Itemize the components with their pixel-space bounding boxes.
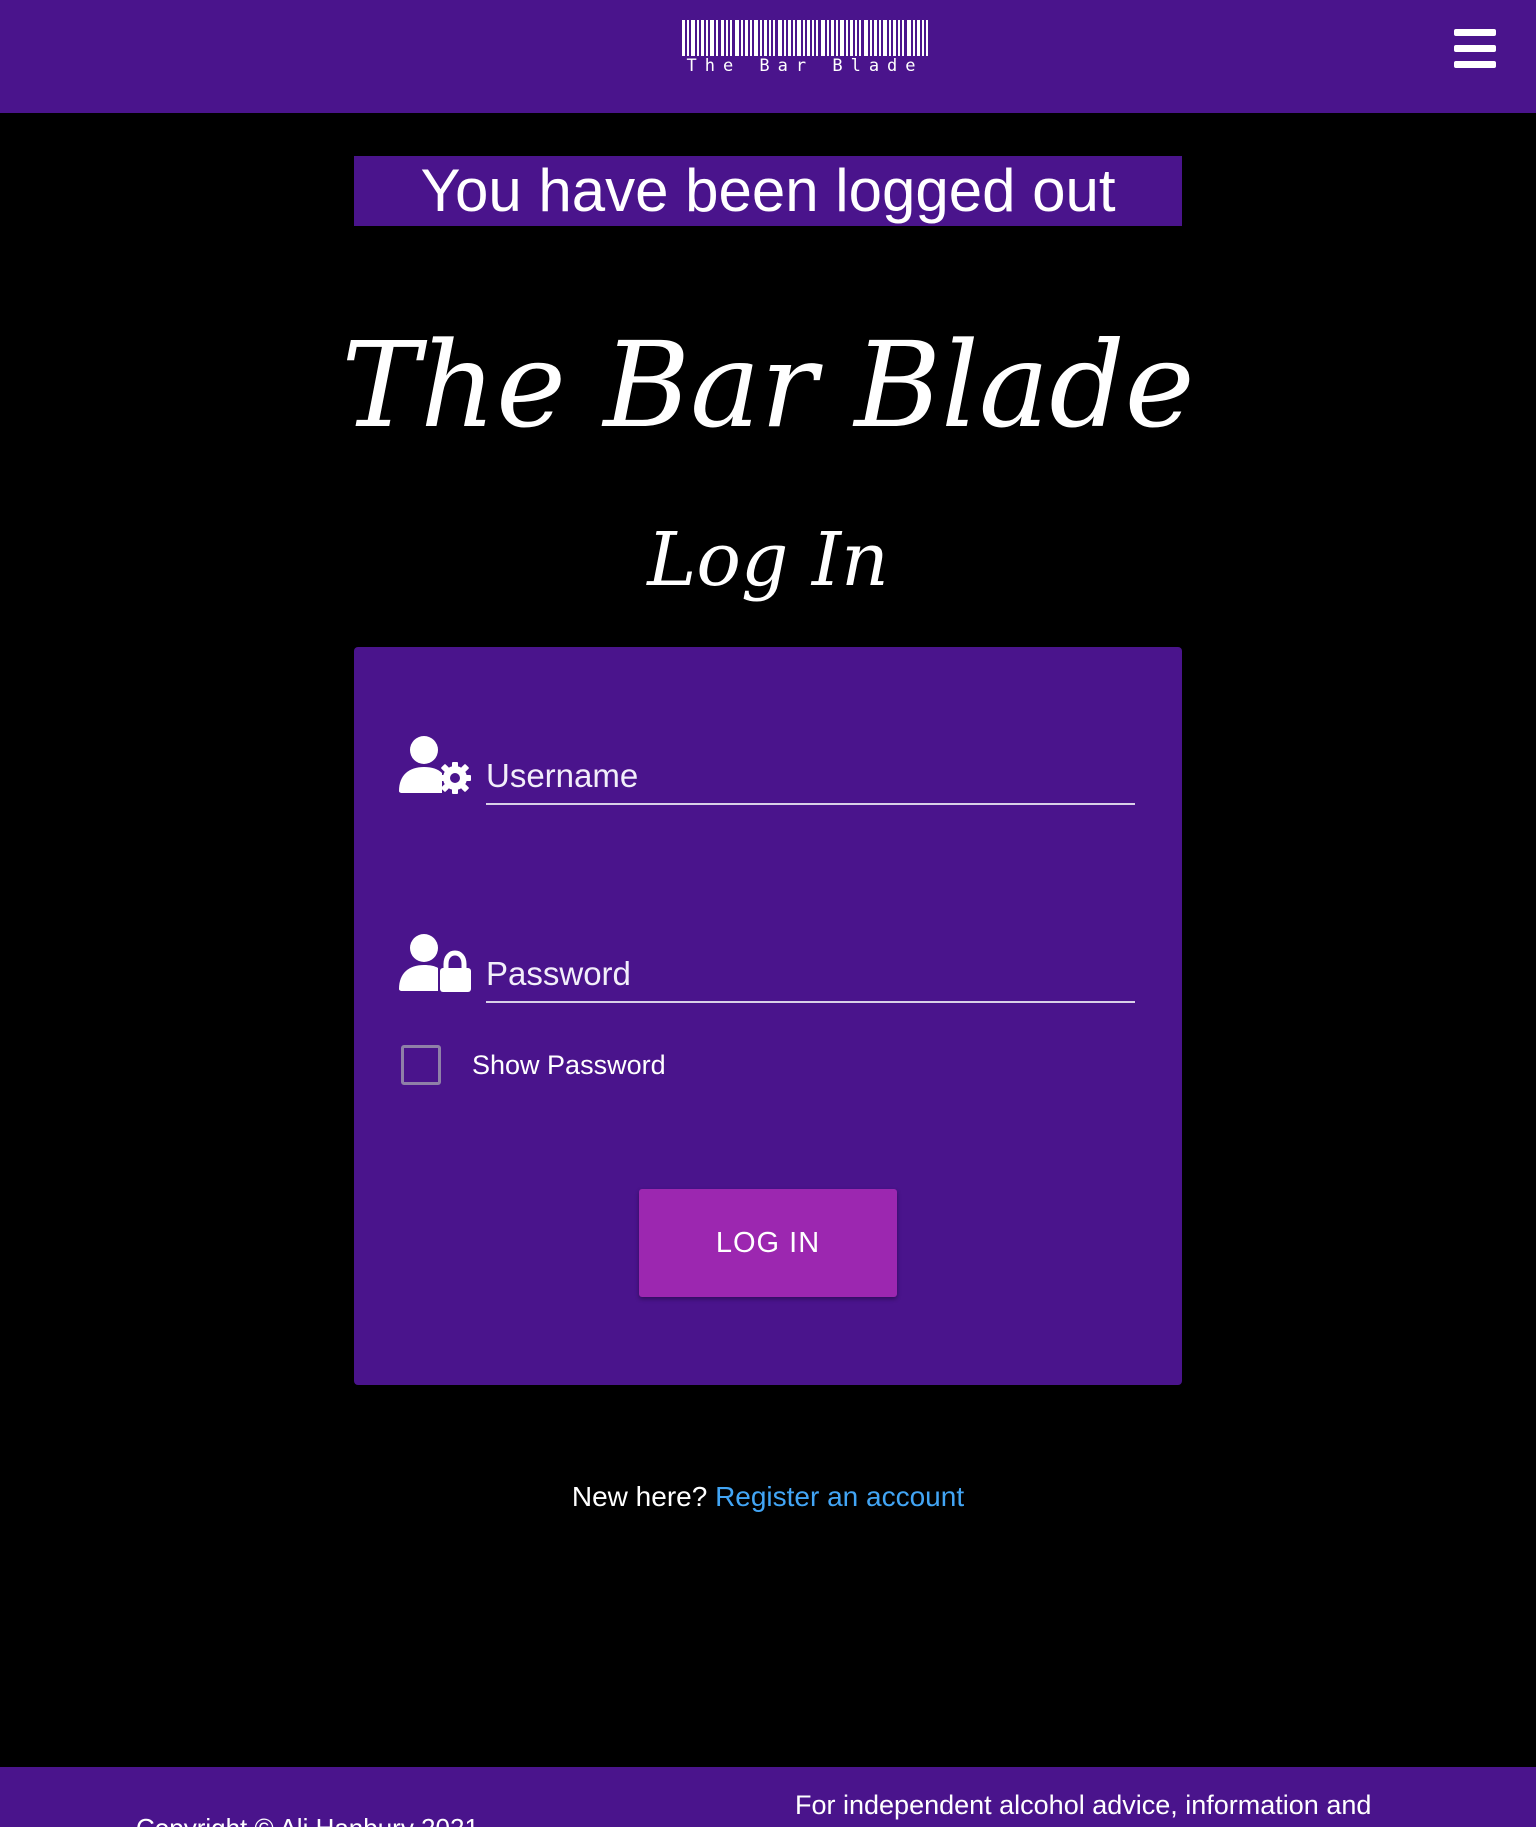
user-gear-icon (399, 736, 471, 794)
footer: Copyright © Ali Hanbury 2021 For indepen… (0, 1767, 1536, 1827)
barcode-logo-icon (682, 20, 928, 56)
user-lock-icon (399, 934, 471, 992)
bar-blade-logo[interactable]: The Bar Blade (682, 20, 928, 78)
show-password-label: Show Password (472, 1050, 666, 1080)
register-prompt: New here? Register an account (0, 1481, 1536, 1513)
register-link[interactable]: Register an account (715, 1481, 964, 1512)
alcohol-advice-text: For independent alcohol advice, informat… (795, 1790, 1372, 1820)
login-button[interactable]: LOG IN (639, 1189, 897, 1297)
copyright-text: Copyright © Ali Hanbury 2021 (136, 1813, 479, 1827)
logo-text: The Bar Blade (686, 56, 924, 76)
hamburger-menu-button[interactable] (1452, 26, 1498, 72)
logout-alert: You have been logged out (354, 156, 1182, 226)
register-prompt-text: New here? (571, 1481, 708, 1512)
brand-title: The Bar Blade (341, 316, 1195, 454)
password-input[interactable] (486, 947, 1135, 1003)
login-heading: Log In (647, 517, 889, 603)
hamburger-menu-icon (1454, 29, 1496, 68)
login-form-card: Show Password LOG IN (354, 647, 1182, 1385)
show-password-checkbox[interactable] (401, 1045, 441, 1085)
username-input[interactable] (486, 749, 1135, 805)
top-navbar: The Bar Blade (0, 0, 1536, 113)
